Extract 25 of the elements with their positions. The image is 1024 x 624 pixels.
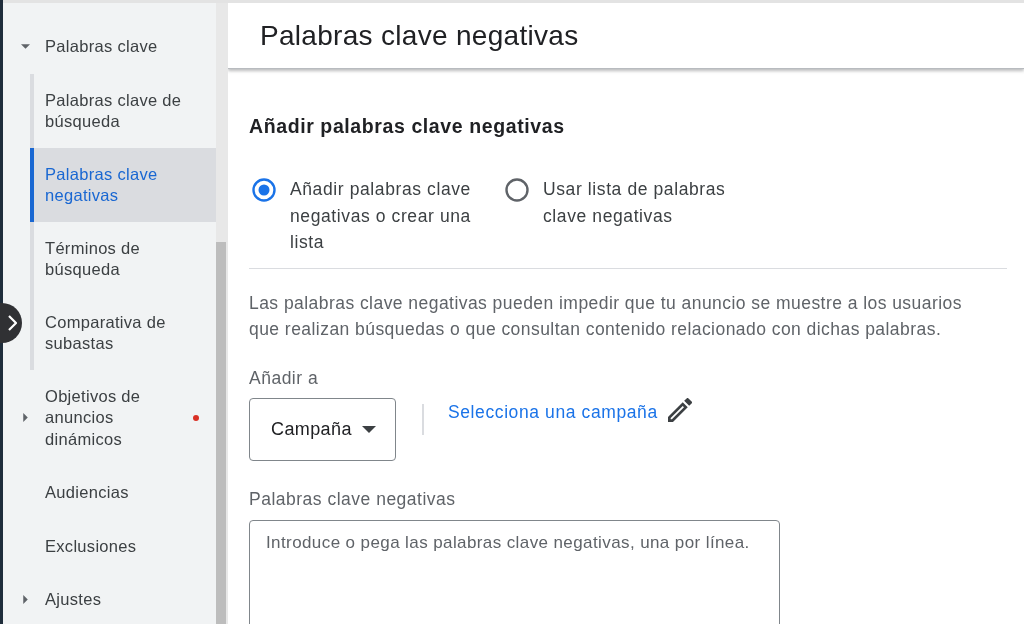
caret-right-icon[interactable] (22, 595, 28, 605)
nav-item[interactable]: Audiencias (3, 466, 216, 520)
caret-down-icon[interactable] (20, 44, 30, 50)
keywords-input[interactable]: Introduce o pega las palabras clave negativas, una por línea. (249, 519, 780, 624)
pencil-icon[interactable] (667, 397, 692, 422)
nav-item[interactable]: Objetivos de anuncios dinámicos (3, 369, 216, 466)
nav-subitem[interactable]: Palabras clave negativas (30, 147, 216, 222)
caret-right-icon[interactable] (22, 413, 28, 423)
radio-label[interactable]: Añadir palabras clave negativas o crear una lista (290, 176, 486, 256)
chevron-right-icon (8, 315, 17, 331)
select-campaign-link[interactable]: Selecciona una campaña (448, 399, 658, 424)
scrollbar[interactable] (216, 3, 228, 624)
section-heading: Añadir palabras clave negativas (249, 115, 565, 137)
radio-label[interactable]: Usar lista de palabras clave negativas (543, 176, 739, 229)
campaign-dropdown[interactable]: Campaña (249, 397, 396, 461)
caret-down-icon (361, 425, 376, 433)
nav-item[interactable]: Ajustes (3, 573, 216, 624)
radio-selected-icon[interactable] (252, 178, 276, 202)
field-label: Añadir a (249, 366, 319, 390)
page-title: Palabras clave negativas (260, 19, 579, 52)
radio-unselected-icon[interactable] (505, 178, 529, 202)
field-label: Palabras clave negativas (249, 487, 456, 511)
nav-item[interactable]: Exclusiones (3, 519, 216, 573)
description-text: Las palabras clave negativas pueden impedir que tu anuncio se muestre a los usuarios que realizan búsquedas o que consultan contenido relacionado con dichas palabras. (249, 291, 963, 341)
nav-item[interactable]: Palabras clave (3, 20, 216, 74)
